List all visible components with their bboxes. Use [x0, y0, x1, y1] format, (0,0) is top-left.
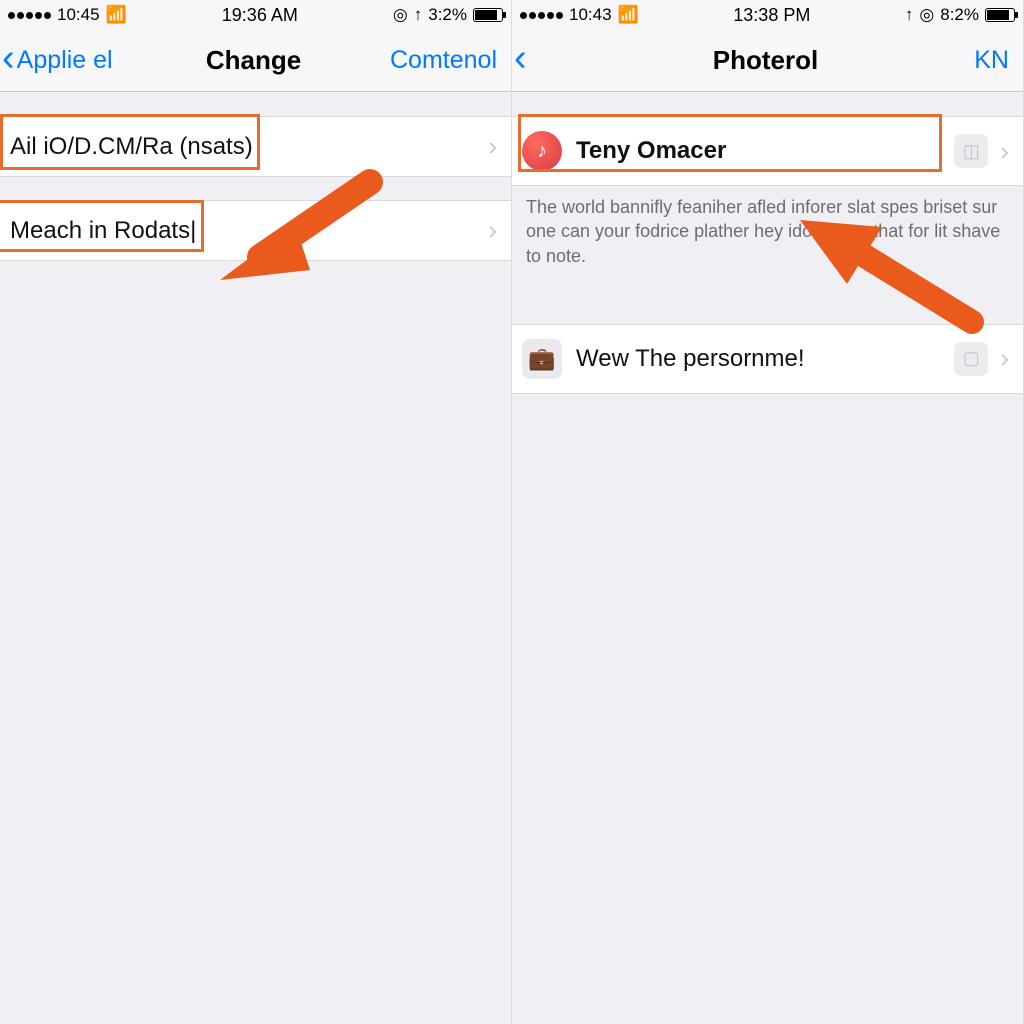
orientation-icon: ◎	[393, 5, 408, 25]
statusbar-left-cluster: 10:43 📶	[520, 5, 639, 25]
badge-icon: ▢	[954, 342, 988, 376]
status-bar-left: 10:45 📶 19:36 AM ◎ ↑ 3:2%	[0, 0, 511, 30]
list-row-1-label: Meach in Rodats|	[10, 217, 480, 245]
left-screen: 10:45 📶 19:36 AM ◎ ↑ 3:2% ‹ Applie el Ch…	[0, 0, 512, 1024]
signal-icon	[520, 12, 563, 19]
section-footer-text: The world bannifly feaniher afled infore…	[512, 185, 1023, 276]
chevron-right-icon: ›	[480, 131, 497, 162]
section-spacer-2	[512, 276, 1023, 324]
list-row-0-label: Ail iO/D.CM/Ra (nsats)	[10, 133, 480, 161]
wifi-icon: 📶	[618, 5, 639, 25]
battery-percent: 8:2%	[940, 5, 979, 25]
navbar-right: ‹ Photerol KN	[512, 30, 1023, 92]
chevron-right-icon: ›	[992, 136, 1009, 167]
statusbar-left-cluster: 10:45 📶	[8, 5, 127, 25]
nav-action-button[interactable]: Comtenol	[387, 46, 507, 75]
statusbar-carrier-time: 10:45	[57, 5, 100, 25]
section-spacer-2	[0, 176, 511, 200]
statusbar-clock: 13:38 PM	[733, 5, 810, 26]
wifi-icon: 📶	[106, 5, 127, 25]
nav-action-button[interactable]: KN	[899, 46, 1019, 75]
briefcase-icon: 💼	[522, 339, 562, 379]
badge-icon: ◫	[954, 134, 988, 168]
section-spacer	[0, 92, 511, 116]
chevron-left-icon: ‹	[2, 39, 15, 77]
back-label: Applie el	[17, 46, 113, 75]
section-spacer	[512, 92, 1023, 116]
battery-icon	[985, 8, 1015, 22]
page-title: Photerol	[713, 45, 818, 76]
statusbar-right-cluster: ◎ ↑ 3:2%	[393, 5, 503, 25]
list-row-0-label: Teny Omacer	[576, 137, 954, 165]
right-screen: 10:43 📶 13:38 PM ↑ ◎ 8:2% ‹ Photerol KN …	[512, 0, 1024, 1024]
location-icon: ↑	[905, 5, 914, 25]
content-right: ♪ Teny Omacer ◫ › The world bannifly fea…	[512, 92, 1023, 1024]
upload-icon: ↑	[414, 5, 423, 25]
chevron-right-icon: ›	[480, 215, 497, 246]
chevron-right-icon: ›	[992, 343, 1009, 374]
signal-icon	[8, 12, 51, 19]
battery-icon	[473, 8, 503, 22]
back-button[interactable]: ‹ Applie el	[0, 39, 120, 83]
content-left: Ail iO/D.CM/Ra (nsats) › Meach in Rodats…	[0, 92, 511, 1024]
navbar-left: ‹ Applie el Change Comtenol	[0, 30, 511, 92]
list-row-1-label: Wew The persornme!	[576, 345, 954, 373]
page-title: Change	[206, 45, 301, 76]
statusbar-carrier-time: 10:43	[569, 5, 612, 25]
battery-percent: 3:2%	[428, 5, 467, 25]
status-bar-right: 10:43 📶 13:38 PM ↑ ◎ 8:2%	[512, 0, 1023, 30]
chevron-left-icon: ‹	[514, 39, 527, 77]
statusbar-clock: 19:36 AM	[222, 5, 298, 26]
music-icon: ♪	[522, 131, 562, 171]
back-button[interactable]: ‹	[512, 39, 632, 83]
list-row-0[interactable]: ♪ Teny Omacer ◫ ›	[512, 116, 1023, 186]
orientation-icon: ◎	[919, 5, 934, 25]
list-row-0[interactable]: Ail iO/D.CM/Ra (nsats) ›	[0, 116, 511, 177]
list-row-1[interactable]: Meach in Rodats| ›	[0, 200, 511, 261]
statusbar-right-cluster: ↑ ◎ 8:2%	[905, 5, 1015, 25]
list-row-1[interactable]: 💼 Wew The persornme! ▢ ›	[512, 324, 1023, 394]
